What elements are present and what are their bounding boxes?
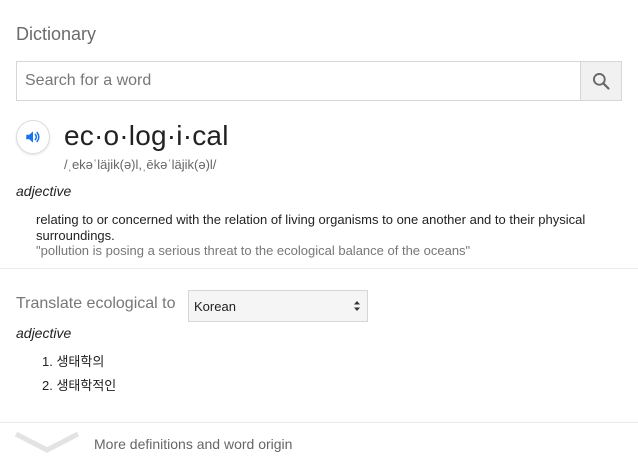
translate-label: Translate ecological to (16, 295, 176, 312)
search-button[interactable] (580, 62, 621, 100)
search-bar (16, 61, 622, 101)
translation-item: 1. 생태학의 (42, 354, 105, 369)
speaker-icon (26, 131, 40, 143)
dictionary-title: Dictionary (16, 24, 97, 44)
search-icon (593, 73, 610, 90)
dictionary-card: Dictionary ec·o·log·i·cal /ˌekəˈläjik(ə)… (0, 0, 638, 463)
phonetic-spelling: /ˌekəˈläjik(ə)l,ˌēkəˈläjik(ə)l/ (64, 157, 217, 172)
example-sentence: "pollution is posing a serious threat to… (36, 243, 471, 258)
more-definitions-toggle[interactable]: More definitions and word origin (14, 430, 624, 458)
headword: ec·o·log·i·cal (64, 120, 229, 151)
pronunciation-button[interactable] (16, 120, 50, 154)
more-definitions-label: More definitions and word origin (94, 436, 293, 452)
part-of-speech: adjective (16, 183, 72, 199)
language-select-value: Korean (194, 298, 236, 314)
definition-text: relating to or concerned with the relati… (36, 212, 586, 243)
translation-part-of-speech: adjective (16, 325, 72, 341)
select-arrows-icon (354, 301, 360, 311)
divider (0, 422, 638, 423)
language-select[interactable]: Korean (188, 290, 368, 322)
translation-list: 1. 생태학의 2. 생태학적인 (42, 350, 116, 398)
chevron-down-icon (14, 431, 80, 453)
divider (0, 268, 638, 269)
search-input[interactable] (17, 62, 580, 100)
translation-item: 2. 생태학적인 (42, 378, 117, 393)
